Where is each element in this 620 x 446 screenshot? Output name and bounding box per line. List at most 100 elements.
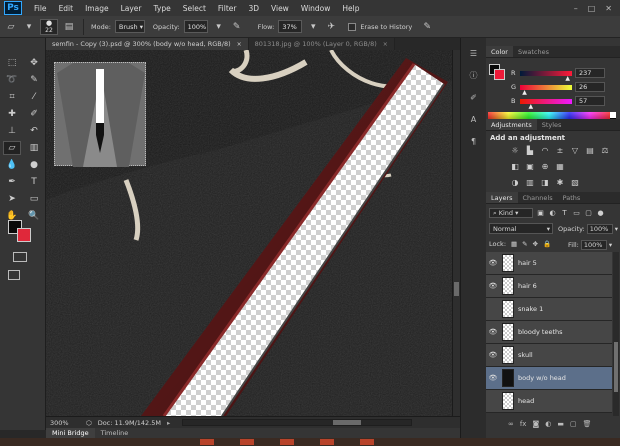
- brush-panel-toggle-icon[interactable]: ▤: [62, 20, 76, 34]
- filter-smart-object-icon[interactable]: ▢: [584, 209, 593, 218]
- background-color-swatch[interactable]: [17, 228, 31, 242]
- menu-edit[interactable]: Edit: [53, 4, 80, 13]
- zoom-tool-icon[interactable]: 🔍: [25, 209, 43, 223]
- exposure-icon[interactable]: ±: [555, 145, 565, 155]
- rectangle-tool-icon[interactable]: ▭: [25, 192, 43, 206]
- channel-mixer-icon[interactable]: ⊕: [540, 161, 550, 171]
- tab-color[interactable]: Color: [486, 46, 513, 57]
- menu-view[interactable]: View: [265, 4, 295, 13]
- menu-layer[interactable]: Layer: [115, 4, 148, 13]
- pressure-size-icon[interactable]: ✎: [420, 20, 434, 34]
- selective-color-icon[interactable]: ✱: [555, 177, 565, 187]
- layer-opacity-input[interactable]: 100%: [586, 224, 613, 234]
- taskbar-app-icon[interactable]: [240, 439, 254, 445]
- channel-value-input[interactable]: 57: [575, 96, 605, 106]
- visibility-eye-icon[interactable]: 👁: [486, 351, 500, 359]
- move-tool-icon[interactable]: ✥: [25, 56, 43, 70]
- filter-adjustment-icon[interactable]: ◐: [548, 209, 557, 218]
- brush-tool-icon[interactable]: ✐: [25, 107, 43, 121]
- menu-filter[interactable]: Filter: [212, 4, 243, 13]
- color-lookup-icon[interactable]: ▦: [555, 161, 565, 171]
- tab-channels[interactable]: Channels: [518, 192, 558, 203]
- visibility-eye-icon[interactable]: 👁: [486, 282, 500, 290]
- status-menu-arrow-icon[interactable]: ▸: [167, 419, 170, 427]
- flow-input[interactable]: 37%: [278, 20, 303, 33]
- mode-select[interactable]: Brush ▾: [114, 20, 145, 33]
- pressure-opacity-icon[interactable]: ✎: [230, 20, 244, 34]
- healing-brush-tool-icon[interactable]: ✚: [3, 107, 21, 121]
- menu-file[interactable]: File: [28, 4, 53, 13]
- menu-help[interactable]: Help: [336, 4, 365, 13]
- lock-transparent-icon[interactable]: ▦: [511, 240, 517, 248]
- layer-fill-input[interactable]: 100%: [580, 240, 607, 250]
- tab-timeline[interactable]: Timeline: [95, 428, 135, 438]
- threshold-icon[interactable]: ◨: [540, 177, 550, 187]
- channel-value-input[interactable]: 26: [575, 82, 605, 92]
- gradient-tool-icon[interactable]: ▥: [25, 141, 43, 155]
- scroll-thumb[interactable]: [333, 420, 362, 425]
- channel-slider[interactable]: ▲: [520, 84, 572, 96]
- scroll-thumb[interactable]: [454, 282, 459, 296]
- close-button[interactable]: ✕: [605, 4, 612, 13]
- visibility-eye-icon[interactable]: 👁: [486, 259, 500, 267]
- tab-adjustments[interactable]: Adjustments: [486, 119, 537, 130]
- tab-semfin-copy[interactable]: semfin - Copy (3).psd @ 300% (body w/o h…: [46, 38, 249, 50]
- menu-3d[interactable]: 3D: [242, 4, 265, 13]
- filter-type-icon[interactable]: T: [560, 209, 569, 218]
- layer-row[interactable]: 👁 hair 5: [486, 252, 612, 275]
- slider-marker-icon[interactable]: ▲: [522, 89, 527, 96]
- taskbar-app-icon[interactable]: [200, 439, 214, 445]
- airbrush-icon[interactable]: ✈: [324, 20, 338, 34]
- canvas-horizontal-scrollbar[interactable]: [182, 419, 413, 426]
- document-canvas[interactable]: [46, 50, 452, 416]
- gradient-map-icon[interactable]: ▧: [570, 177, 580, 187]
- new-layer-icon[interactable]: ▢: [570, 420, 577, 428]
- layer-row[interactable]: 👁 head: [486, 390, 612, 413]
- minimize-button[interactable]: –: [574, 4, 578, 13]
- hue-saturation-icon[interactable]: ▤: [585, 145, 595, 155]
- blend-mode-select[interactable]: Normal ▾: [489, 223, 553, 234]
- opacity-input[interactable]: 100%: [183, 20, 208, 33]
- curves-icon[interactable]: ◠: [540, 145, 550, 155]
- delete-layer-icon[interactable]: 🗑: [583, 420, 592, 428]
- photo-filter-icon[interactable]: ▣: [525, 161, 535, 171]
- status-icon[interactable]: ⬡: [86, 419, 92, 427]
- taskbar-app-icon[interactable]: [360, 439, 374, 445]
- chevron-down-icon[interactable]: ▾: [609, 241, 612, 249]
- visibility-eye-icon[interactable]: 👁: [486, 328, 500, 336]
- history-panel-icon[interactable]: ☰: [467, 46, 481, 60]
- menu-select[interactable]: Select: [177, 4, 212, 13]
- visibility-eye-icon[interactable]: 👁: [486, 397, 500, 405]
- eyedropper-tool-icon[interactable]: ⁄: [25, 90, 43, 104]
- screen-mode-icon[interactable]: [8, 270, 20, 280]
- taskbar-app-icon[interactable]: [280, 439, 294, 445]
- paragraph-panel-icon[interactable]: ¶: [467, 134, 481, 148]
- layer-row[interactable]: 👁 hair 6: [486, 275, 612, 298]
- zoom-level[interactable]: 300%: [50, 419, 80, 427]
- chevron-down-icon[interactable]: ▾: [22, 20, 36, 34]
- new-adjustment-icon[interactable]: ◐: [545, 420, 551, 428]
- clone-stamp-tool-icon[interactable]: ⊥: [3, 124, 21, 138]
- quick-mask-icon[interactable]: [13, 252, 27, 262]
- history-brush-tool-icon[interactable]: ↶: [25, 124, 43, 138]
- layer-row[interactable]: 👁 snake 1: [486, 298, 612, 321]
- chevron-down-icon[interactable]: ▾: [615, 225, 618, 233]
- layer-row[interactable]: 👁 bloody teeths: [486, 321, 612, 344]
- lock-all-icon[interactable]: 🔒: [543, 240, 551, 248]
- brush-panel-icon[interactable]: ✐: [467, 90, 481, 104]
- filter-shape-icon[interactable]: ▭: [572, 209, 581, 218]
- blur-tool-icon[interactable]: 💧: [3, 158, 21, 172]
- tab-paths[interactable]: Paths: [558, 192, 586, 203]
- slider-marker-icon[interactable]: ▲: [565, 75, 570, 82]
- tab-swatches[interactable]: Swatches: [513, 46, 554, 57]
- menu-image[interactable]: Image: [79, 4, 115, 13]
- tab-styles[interactable]: Styles: [537, 119, 567, 130]
- kind-filter-select[interactable]: ⌕ Kind ▾: [489, 208, 533, 218]
- eraser-tool-icon[interactable]: ▱: [3, 141, 21, 155]
- channel-slider[interactable]: ▲: [520, 98, 572, 110]
- chevron-down-icon[interactable]: ▾: [212, 20, 226, 34]
- levels-icon[interactable]: ▙: [525, 145, 535, 155]
- close-icon[interactable]: ×: [237, 41, 242, 48]
- eraser-icon[interactable]: ▱: [4, 20, 18, 34]
- lock-position-icon[interactable]: ✥: [533, 240, 538, 248]
